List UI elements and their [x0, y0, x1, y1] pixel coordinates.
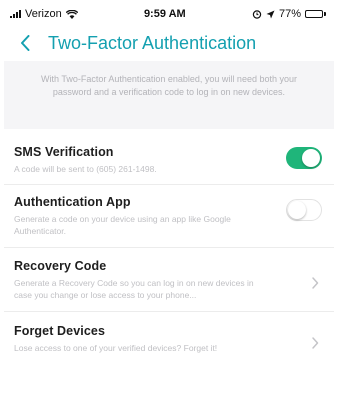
setting-title: Recovery Code	[14, 259, 107, 273]
setting-description: Lose access to one of your verified devi…	[14, 343, 218, 353]
setting-description: A code will be sent to (605) 261-1498.	[14, 164, 157, 174]
setting-authentication-app: Authentication App Generate a code on yo…	[4, 185, 334, 248]
status-left: Verizon	[10, 8, 78, 20]
authentication-app-toggle[interactable]	[286, 199, 322, 221]
location-icon	[266, 10, 275, 18]
setting-recovery-code[interactable]: Recovery Code Generate a Recovery Code s…	[4, 248, 334, 312]
carrier-label: Verizon	[25, 8, 62, 20]
setting-description: Generate a Recovery Code so you can log …	[14, 278, 254, 300]
setting-title: Forget Devices	[14, 324, 106, 338]
chevron-right-icon	[312, 337, 319, 349]
nav-bar: Two-Factor Authentication	[4, 25, 334, 61]
alarm-icon	[252, 10, 262, 19]
battery-percent: 77%	[278, 8, 301, 20]
page-title: Two-Factor Authentication	[48, 32, 257, 53]
battery-icon	[304, 10, 326, 18]
info-banner: With Two-Factor Authentication enabled, …	[4, 61, 334, 129]
setting-title: SMS Verification	[14, 145, 114, 159]
info-text: With Two-Factor Authentication enabled, …	[41, 74, 297, 97]
chevron-right-icon	[312, 277, 319, 289]
status-time: 9:59 AM	[143, 8, 186, 20]
status-right: 77%	[252, 8, 326, 20]
status-bar: Verizon 9:59 AM 77%	[4, 3, 334, 25]
setting-description: Generate a code on your device using an …	[14, 214, 231, 236]
back-button[interactable]	[10, 28, 40, 58]
wifi-icon	[65, 9, 78, 19]
setting-title: Authentication App	[14, 195, 131, 209]
sms-verification-toggle[interactable]	[286, 147, 322, 169]
back-chevron-icon	[21, 35, 30, 51]
setting-sms-verification: SMS Verification A code will be sent to …	[4, 129, 334, 185]
phone-screen: Verizon 9:59 AM 77% Two-Factor Authentic…	[4, 3, 334, 409]
signal-icon	[10, 10, 21, 18]
setting-forget-devices[interactable]: Forget Devices Lose access to one of you…	[4, 312, 334, 372]
